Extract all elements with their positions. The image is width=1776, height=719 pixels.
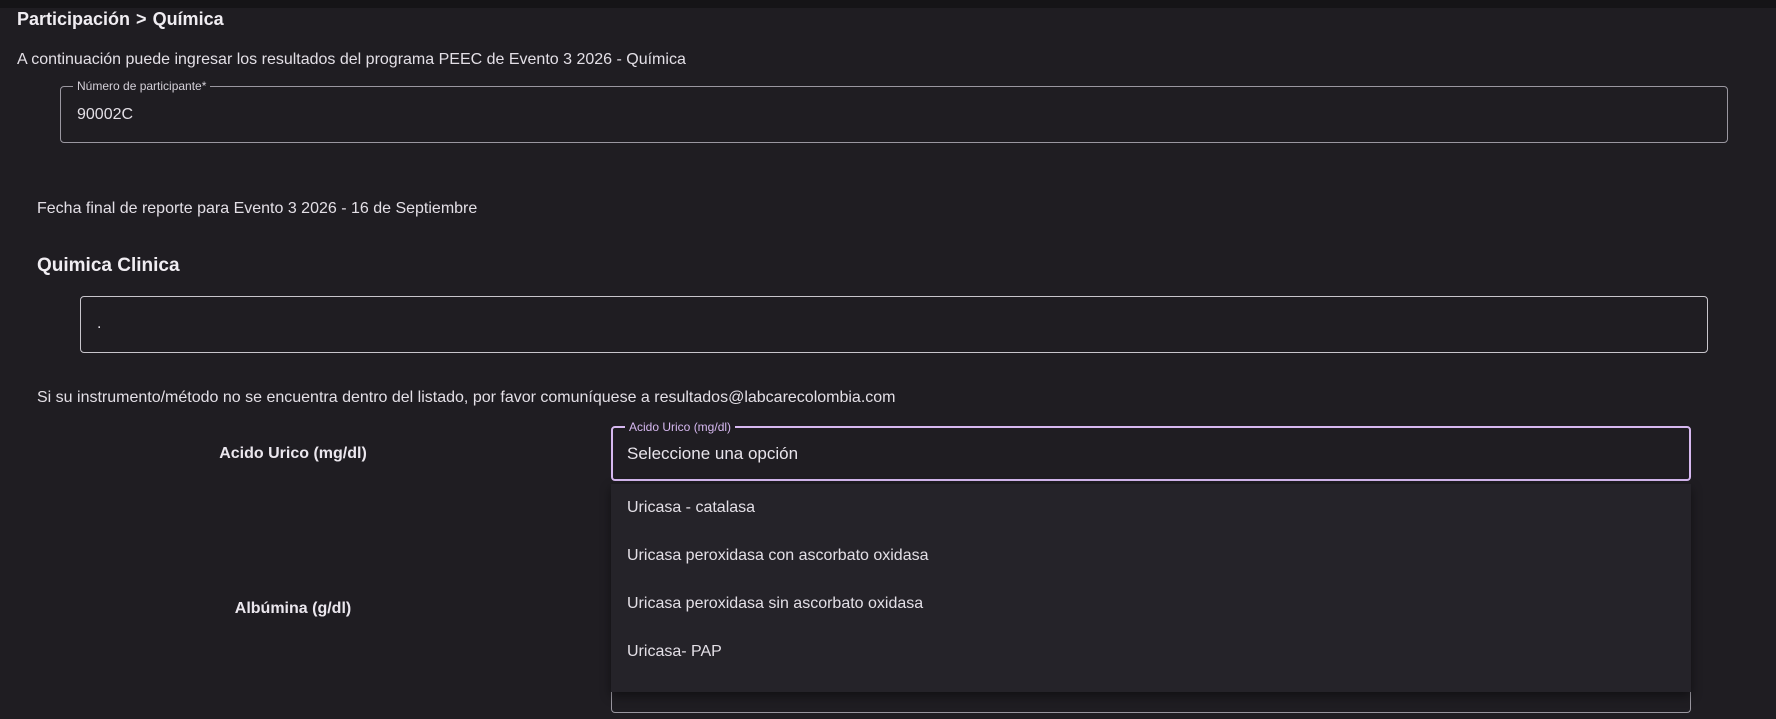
analyte-label-albumina: Albúmina (g/dl) [234,600,352,617]
analyte-label-acido-urico: Acido Urico (mg/dl) [219,445,367,462]
option-uricasa-pap[interactable]: Uricasa- PAP [611,628,1691,676]
acido-urico-select-value[interactable]: Seleccione una opción [627,444,798,464]
instrument-notice-text: Si su instrumento/método no se encuentra… [37,389,896,406]
acido-urico-method-select[interactable]: Acido Urico (mg/dl) Seleccione una opció… [611,420,1691,481]
breadcrumb-parent[interactable]: Participación [17,9,130,30]
option-uricasa-peroxidasa-sin-ascorbato[interactable]: Uricasa peroxidasa sin ascorbato oxidasa [611,580,1691,628]
acido-urico-options-menu: Uricasa - catalasa Uricasa peroxidasa co… [611,484,1691,692]
acido-urico-select-label: Acido Urico (mg/dl) [625,420,736,434]
breadcrumb-separator: > [136,9,147,29]
breadcrumb-current: Química [152,9,224,29]
participant-number-field[interactable]: Número de participante* 90002C [60,79,1728,143]
participant-number-value[interactable]: 90002C [77,106,133,124]
option-uricasa-peroxidasa-con-ascorbato[interactable]: Uricasa peroxidasa con ascorbato oxidasa [611,532,1691,580]
albumina-method-select[interactable] [611,692,1691,713]
top-app-bar-strip [0,0,1776,8]
instrument-field[interactable]: . [80,296,1708,353]
instrument-field-value[interactable]: . [97,315,101,333]
breadcrumb: Participación > Química [17,9,224,30]
option-uricasa-catalasa[interactable]: Uricasa - catalasa [611,484,1691,532]
section-title: Quimica Clinica [37,255,180,276]
deadline-text: Fecha final de reporte para Evento 3 202… [37,200,478,217]
intro-text: A continuación puede ingresar los result… [17,51,686,68]
participant-number-label: Número de participante* [73,79,211,93]
